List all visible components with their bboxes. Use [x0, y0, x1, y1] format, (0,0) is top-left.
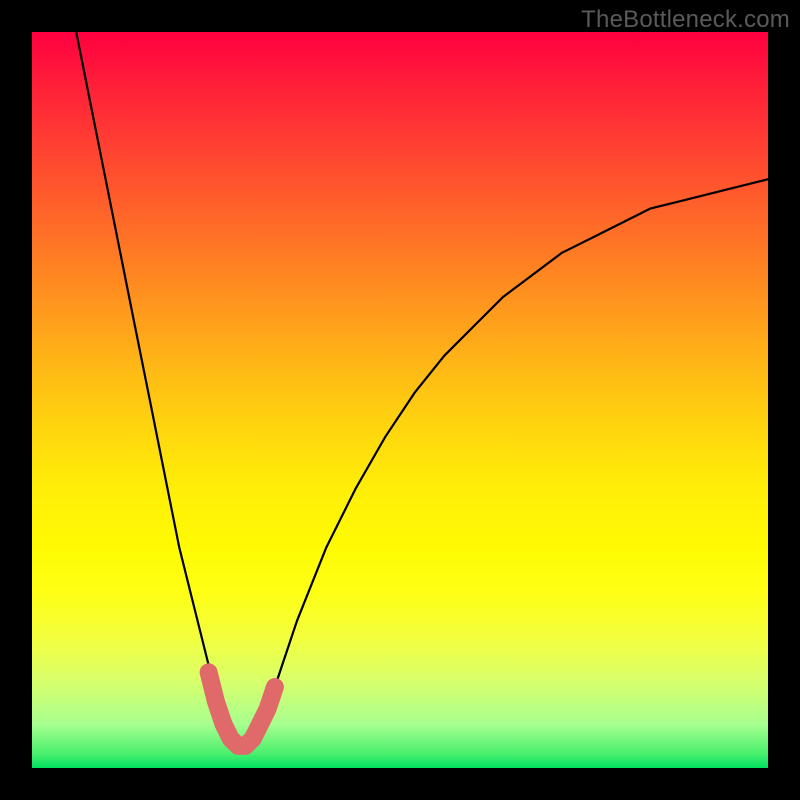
- chart-frame: TheBottleneck.com: [0, 0, 800, 800]
- curve-svg: [32, 32, 768, 768]
- watermark-text: TheBottleneck.com: [581, 6, 790, 34]
- plot-area: [32, 32, 768, 768]
- bottleneck-curve-path: [76, 32, 768, 746]
- bottom-pink-emphasis-path: [209, 672, 275, 746]
